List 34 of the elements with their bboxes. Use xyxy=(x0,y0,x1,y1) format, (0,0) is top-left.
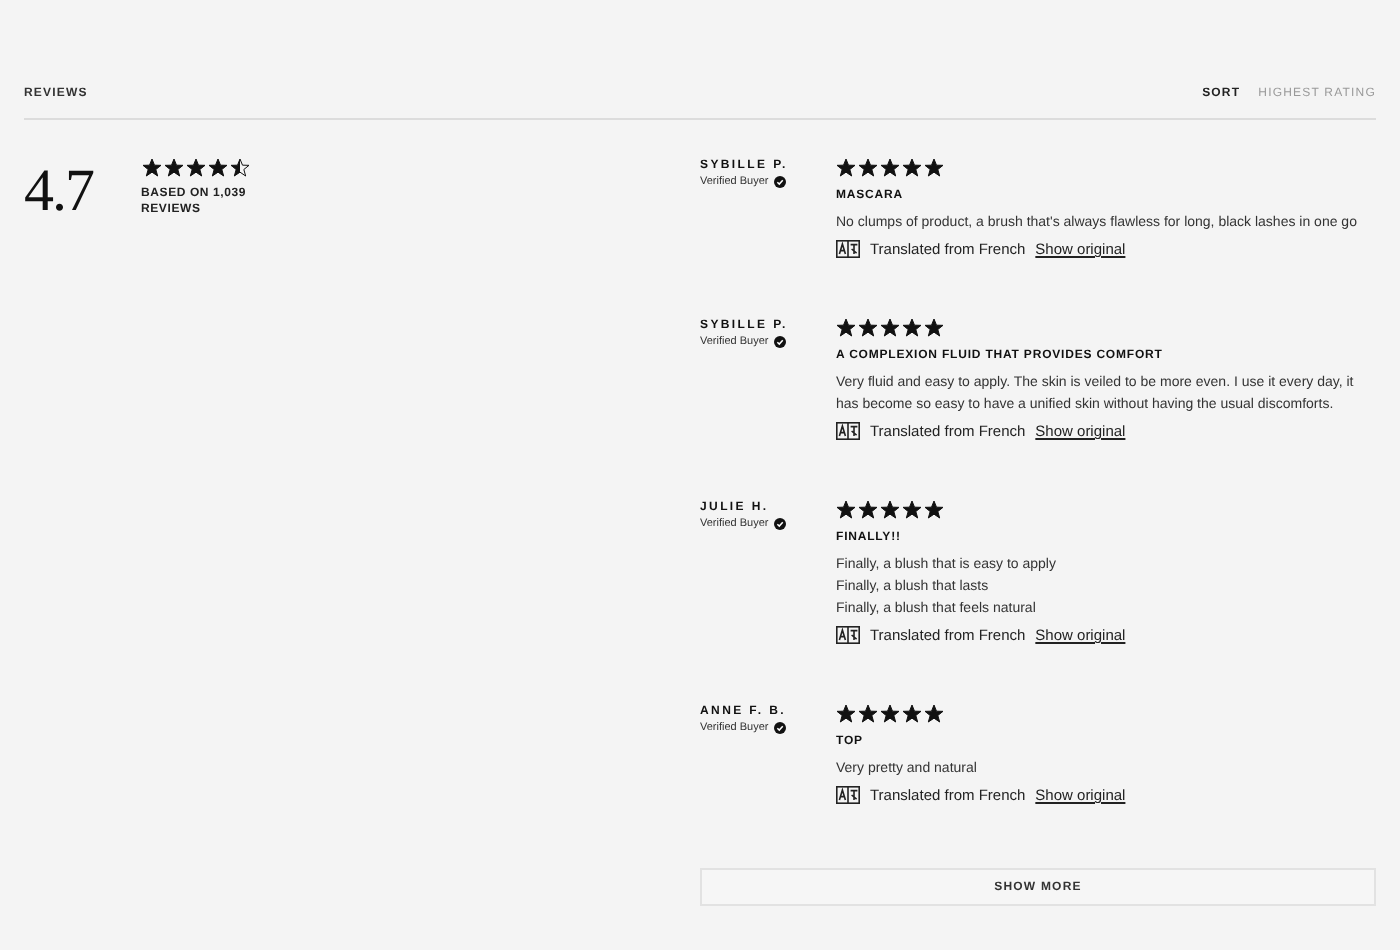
star-icon xyxy=(836,500,856,520)
star-icon xyxy=(836,158,856,178)
translate-icon xyxy=(836,422,860,440)
star-icon xyxy=(141,158,161,178)
translate-icon xyxy=(836,240,860,258)
star-icon xyxy=(858,318,878,338)
star-icon xyxy=(924,318,944,338)
check-icon xyxy=(774,518,787,530)
star-icon xyxy=(163,158,183,178)
star-icon xyxy=(902,318,922,338)
star-icon xyxy=(880,158,900,178)
star-icon xyxy=(880,704,900,724)
star-icon xyxy=(924,500,944,520)
star-icon xyxy=(902,704,922,724)
star-icon xyxy=(858,500,878,520)
star-icon xyxy=(229,158,249,178)
translate-icon xyxy=(836,626,860,644)
translate-icon xyxy=(836,786,860,804)
star-icon xyxy=(902,158,922,178)
star-icon xyxy=(924,704,944,724)
star-icon xyxy=(207,158,227,178)
star-icon xyxy=(880,500,900,520)
star-icon xyxy=(880,318,900,338)
check-icon xyxy=(774,722,787,734)
star-icon xyxy=(185,158,205,178)
star-icon xyxy=(858,704,878,724)
check-icon xyxy=(774,176,787,188)
average-rating: 4.7 xyxy=(24,162,93,222)
check-icon xyxy=(774,336,787,348)
star-icon xyxy=(924,158,944,178)
star-icon xyxy=(836,318,856,338)
star-icon xyxy=(858,158,878,178)
star-icon xyxy=(902,500,922,520)
star-icon xyxy=(836,704,856,724)
